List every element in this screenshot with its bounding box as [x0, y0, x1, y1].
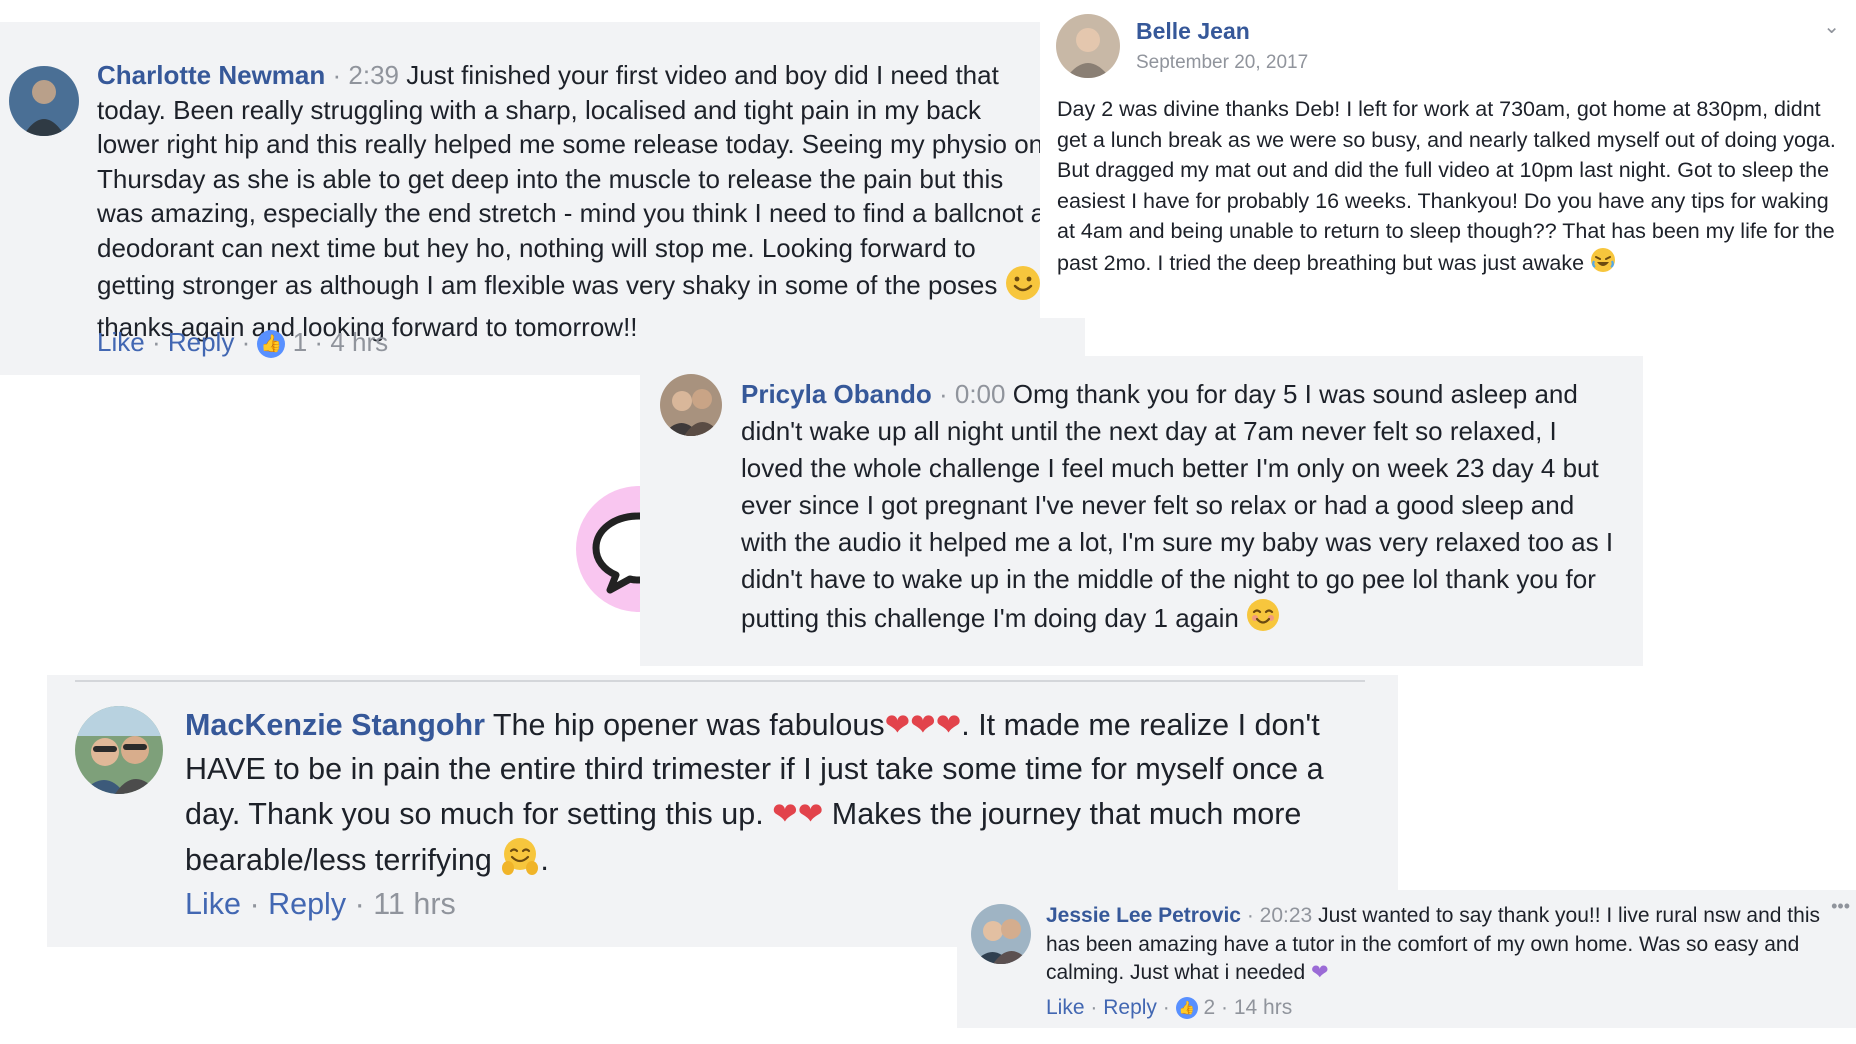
comment-actions: Like · Reply · 11 hrs — [185, 887, 456, 921]
comment-timestamp[interactable]: 0:00 — [955, 379, 1006, 409]
comment-charlotte: Charlotte Newman · 2:39 Just finished yo… — [0, 22, 1085, 375]
like-link[interactable]: Like — [185, 887, 241, 921]
author-name[interactable]: Charlotte Newman — [97, 60, 325, 90]
comment-age[interactable]: 14 hrs — [1234, 996, 1292, 1019]
comment-body: The hip opener was fabulous — [492, 708, 885, 742]
comment-age[interactable]: 4 hrs — [330, 327, 388, 357]
avatar[interactable] — [1056, 14, 1120, 78]
reaction-count[interactable]: 1 — [293, 327, 307, 357]
like-link[interactable]: Like — [1046, 996, 1085, 1019]
comment-body: Omg thank you for day 5 I was sound asle… — [741, 379, 1614, 633]
blush-emoji-icon — [1246, 598, 1280, 642]
comment-timestamp[interactable]: 20:23 — [1260, 904, 1313, 927]
hugging-emoji-icon — [500, 836, 540, 888]
comment-text: Jessie Lee Petrovic · 20:23 Just wanted … — [1046, 904, 1820, 984]
heart-icon: ❤❤❤ — [884, 708, 962, 742]
author-name[interactable]: MacKenzie Stangohr — [185, 708, 485, 742]
comment-pricyla: Pricyla Obando · 0:00 Omg thank you for … — [640, 356, 1643, 666]
comment-belle: Belle Jean September 20, 2017 ⌄ Day 2 wa… — [1040, 0, 1856, 318]
author-name[interactable]: Pricyla Obando — [741, 379, 932, 409]
post-date[interactable]: September 20, 2017 — [1136, 52, 1308, 74]
purple-heart-icon: ❤ — [1311, 961, 1329, 984]
comment-body: Just finished your first video and boy d… — [97, 60, 1046, 301]
comment-actions: Like · Reply · 👍 2 · 14 hrs — [1046, 996, 1293, 1020]
laughing-emoji-icon — [1590, 247, 1616, 282]
divider — [75, 680, 1365, 682]
heart-icon: ❤❤ — [772, 796, 824, 831]
comment-body-4: . — [540, 843, 549, 878]
smile-emoji-icon — [1005, 265, 1041, 310]
comment-age[interactable]: 11 hrs — [373, 887, 456, 921]
comment-timestamp[interactable]: 2:39 — [348, 60, 399, 90]
comment-actions: Like · Reply · 👍 1 · 4 hrs — [97, 327, 389, 359]
comment-text: Day 2 was divine thanks Deb! I left for … — [1057, 94, 1847, 281]
comment-body: Day 2 was divine thanks Deb! I left for … — [1057, 97, 1836, 275]
avatar[interactable] — [9, 66, 79, 136]
like-link[interactable]: Like — [97, 327, 145, 357]
author-name[interactable]: Jessie Lee Petrovic — [1046, 904, 1241, 927]
avatar[interactable] — [75, 706, 163, 794]
thumbs-up-icon[interactable]: 👍 — [257, 330, 286, 359]
reply-link[interactable]: Reply — [268, 887, 346, 921]
avatar[interactable] — [971, 904, 1031, 964]
reply-link[interactable]: Reply — [1103, 996, 1157, 1019]
reply-link[interactable]: Reply — [168, 327, 234, 357]
comment-text: MacKenzie Stangohr The hip opener was fa… — [185, 703, 1345, 888]
reaction-count[interactable]: 2 — [1203, 996, 1215, 1019]
comment-text: Charlotte Newman · 2:39 Just finished yo… — [97, 60, 1046, 342]
author-name[interactable]: Belle Jean — [1136, 18, 1250, 45]
chevron-down-icon[interactable]: ⌄ — [1823, 14, 1840, 39]
comment-jessie: ••• Jessie Lee Petrovic · 20:23 Just wan… — [957, 890, 1856, 1028]
thumbs-up-icon[interactable]: 👍 — [1175, 997, 1198, 1020]
avatar[interactable] — [660, 374, 722, 436]
comment-text: Pricyla Obando · 0:00 Omg thank you for … — [741, 376, 1621, 642]
